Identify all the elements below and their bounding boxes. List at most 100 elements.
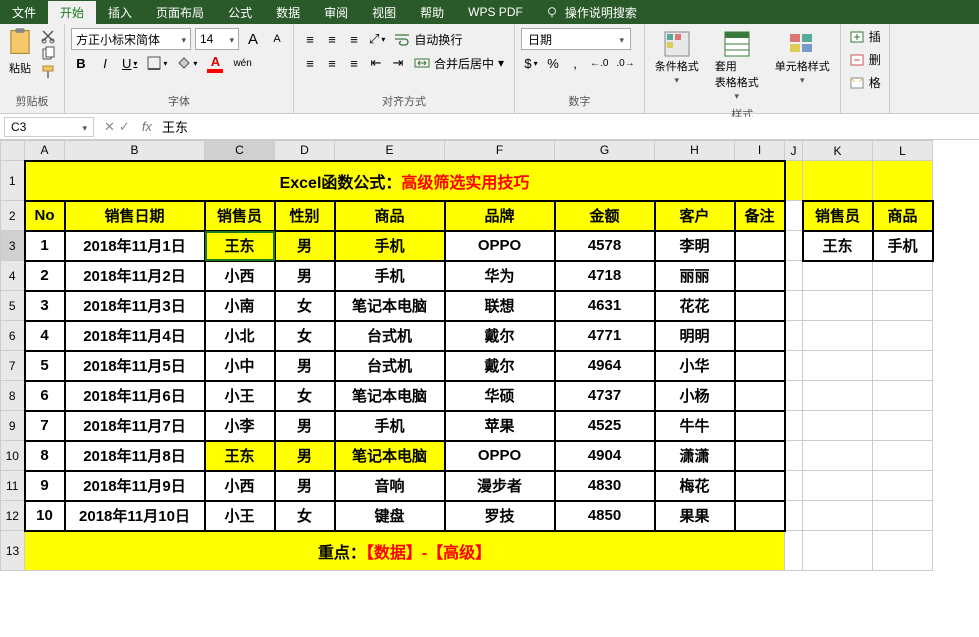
cell-sales[interactable]: 王东 — [205, 441, 275, 471]
row-header-13[interactable]: 13 — [1, 531, 25, 571]
cell-remark[interactable] — [735, 411, 785, 441]
name-box[interactable]: C3 — [4, 117, 94, 137]
cell-remark[interactable] — [735, 321, 785, 351]
cell-product[interactable]: 手机 — [335, 411, 445, 441]
format-as-table-button[interactable]: 套用 表格格式 — [711, 26, 763, 106]
fx-confirm-button[interactable]: ✓ — [119, 119, 130, 135]
tab-数据[interactable]: 数据 — [264, 1, 312, 24]
cell-gender[interactable]: 女 — [275, 381, 335, 411]
cell-customer[interactable]: 丽丽 — [655, 261, 735, 291]
font-name-select[interactable]: 方正小标宋简体 — [71, 28, 191, 50]
cell-amount[interactable]: 4830 — [555, 471, 655, 501]
row-header-6[interactable]: 6 — [1, 321, 25, 351]
cell-brand[interactable]: 华硕 — [445, 381, 555, 411]
row-header-12[interactable]: 12 — [1, 501, 25, 531]
criteria-value[interactable]: 王东 — [803, 231, 873, 261]
align-bottom-button[interactable]: ≡ — [344, 28, 364, 50]
row-header-4[interactable]: 4 — [1, 261, 25, 291]
decrease-decimal-button[interactable]: .0→ — [613, 52, 637, 74]
cell-amount[interactable]: 4737 — [555, 381, 655, 411]
merge-center-button[interactable]: 合并后居中▾ — [410, 52, 508, 74]
cell-date[interactable]: 2018年11月9日 — [65, 471, 205, 501]
cell-sales[interactable]: 小王 — [205, 501, 275, 531]
col-header-E[interactable]: E — [335, 141, 445, 161]
criteria-value[interactable]: 手机 — [873, 231, 933, 261]
indent-decrease-button[interactable]: ⇤ — [366, 52, 386, 74]
col-header-L[interactable]: L — [873, 141, 933, 161]
cell-sales[interactable]: 小李 — [205, 411, 275, 441]
row-header-9[interactable]: 9 — [1, 411, 25, 441]
cell-remark[interactable] — [735, 351, 785, 381]
tab-WPS PDF[interactable]: WPS PDF — [456, 2, 535, 22]
wrap-text-button[interactable]: 自动换行 — [390, 28, 466, 50]
cell-gender[interactable]: 男 — [275, 441, 335, 471]
paste-icon[interactable] — [6, 26, 34, 58]
align-left-button[interactable]: ≡ — [300, 52, 320, 74]
tab-公式[interactable]: 公式 — [216, 1, 264, 24]
cut-icon[interactable] — [40, 28, 56, 44]
cell-product[interactable]: 笔记本电脑 — [335, 291, 445, 321]
tab-审阅[interactable]: 审阅 — [312, 1, 360, 24]
cell-brand[interactable]: 联想 — [445, 291, 555, 321]
cell-gender[interactable]: 男 — [275, 231, 335, 261]
cell-brand[interactable]: 漫步者 — [445, 471, 555, 501]
fill-color-button[interactable]: ▾ — [174, 52, 200, 74]
cell-gender[interactable]: 男 — [275, 351, 335, 381]
col-header-F[interactable]: F — [445, 141, 555, 161]
cell-customer[interactable]: 小华 — [655, 351, 735, 381]
cell-date[interactable]: 2018年11月4日 — [65, 321, 205, 351]
col-header-C[interactable]: C — [205, 141, 275, 161]
cell-product[interactable]: 音响 — [335, 471, 445, 501]
align-right-button[interactable]: ≡ — [344, 52, 364, 74]
col-header-I[interactable]: I — [735, 141, 785, 161]
align-center-button[interactable]: ≡ — [322, 52, 342, 74]
cell-no[interactable]: 3 — [25, 291, 65, 321]
cell-date[interactable]: 2018年11月3日 — [65, 291, 205, 321]
align-middle-button[interactable]: ≡ — [322, 28, 342, 50]
cell-amount[interactable]: 4850 — [555, 501, 655, 531]
cell-amount[interactable]: 4525 — [555, 411, 655, 441]
cell-brand[interactable]: 苹果 — [445, 411, 555, 441]
row-header-10[interactable]: 10 — [1, 441, 25, 471]
col-header-K[interactable]: K — [803, 141, 873, 161]
cell-sales[interactable]: 小南 — [205, 291, 275, 321]
cell-remark[interactable] — [735, 381, 785, 411]
formula-input[interactable] — [158, 117, 979, 137]
cell-no[interactable]: 6 — [25, 381, 65, 411]
font-color-button[interactable]: A — [204, 52, 226, 74]
insert-cells-button[interactable]: 插 — [847, 26, 883, 47]
number-format-select[interactable]: 日期 — [521, 28, 631, 50]
cell-no[interactable]: 4 — [25, 321, 65, 351]
row-header-2[interactable]: 2 — [1, 201, 25, 231]
fx-cancel-button[interactable]: ✕ — [104, 119, 115, 135]
cell-date[interactable]: 2018年11月2日 — [65, 261, 205, 291]
cell-date[interactable]: 2018年11月1日 — [65, 231, 205, 261]
cell-sales[interactable]: 小中 — [205, 351, 275, 381]
tab-帮助[interactable]: 帮助 — [408, 1, 456, 24]
decrease-font-button[interactable]: A — [267, 28, 287, 50]
cell-product[interactable]: 笔记本电脑 — [335, 441, 445, 471]
col-header-H[interactable]: H — [655, 141, 735, 161]
orientation-button[interactable]: ⤢▾ — [366, 28, 388, 50]
cell-customer[interactable]: 潇潇 — [655, 441, 735, 471]
cell-no[interactable]: 1 — [25, 231, 65, 261]
col-header-B[interactable]: B — [65, 141, 205, 161]
cell-product[interactable]: 台式机 — [335, 321, 445, 351]
select-all-corner[interactable] — [1, 141, 25, 161]
cell-date[interactable]: 2018年11月5日 — [65, 351, 205, 381]
cell-customer[interactable]: 梅花 — [655, 471, 735, 501]
cell-brand[interactable]: OPPO — [445, 441, 555, 471]
cell-no[interactable]: 10 — [25, 501, 65, 531]
cell-no[interactable]: 2 — [25, 261, 65, 291]
tab-文件[interactable]: 文件 — [0, 1, 48, 24]
cell-no[interactable]: 7 — [25, 411, 65, 441]
cell-brand[interactable]: OPPO — [445, 231, 555, 261]
cell-remark[interactable] — [735, 471, 785, 501]
cell-sales[interactable]: 小王 — [205, 381, 275, 411]
cell-date[interactable]: 2018年11月7日 — [65, 411, 205, 441]
cell-no[interactable]: 9 — [25, 471, 65, 501]
cell-product[interactable]: 键盘 — [335, 501, 445, 531]
italic-button[interactable]: I — [95, 52, 115, 74]
cell-sales[interactable]: 小西 — [205, 261, 275, 291]
cell-gender[interactable]: 女 — [275, 321, 335, 351]
